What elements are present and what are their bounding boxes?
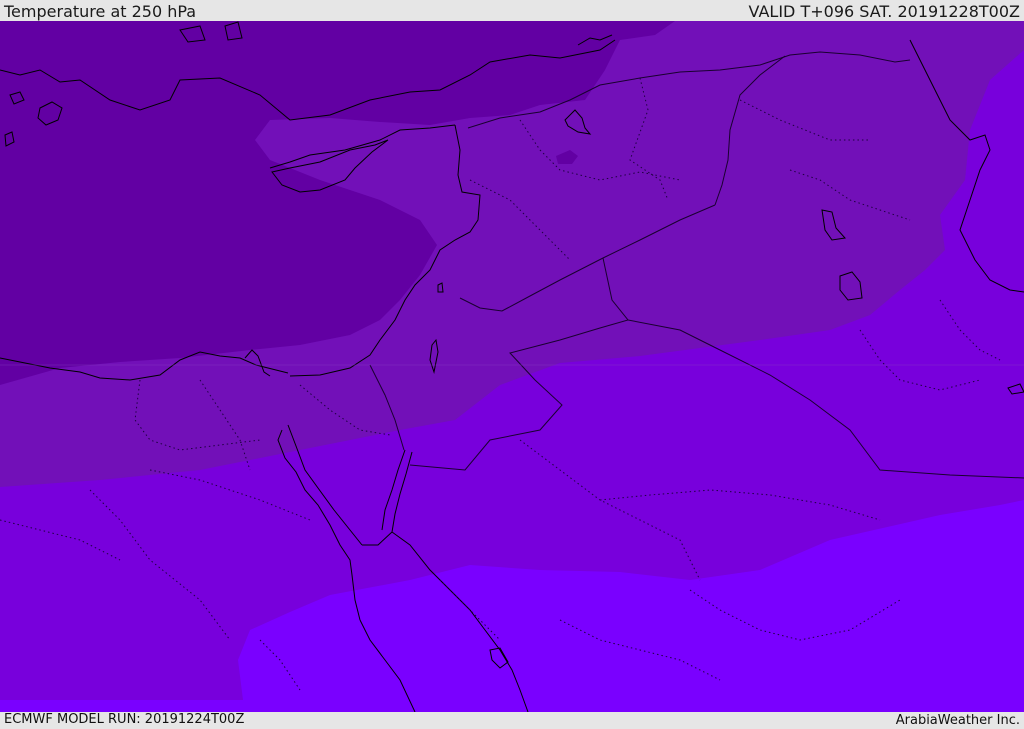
credit-label: ArabiaWeather Inc.	[895, 713, 1020, 728]
map-frame: Temperature at 250 hPa VALID T+096 SAT. …	[0, 0, 1024, 729]
temperature-map	[0, 21, 1024, 712]
valid-time-label: VALID T+096 SAT. 20191228T00Z	[748, 2, 1020, 21]
model-run-label: ECMWF MODEL RUN: 20191224T00Z	[4, 712, 245, 727]
map-title: Temperature at 250 hPa	[4, 2, 197, 21]
footer-bar: ECMWF MODEL RUN: 20191224T00Z ArabiaWeat…	[0, 712, 1024, 729]
header-bar: Temperature at 250 hPa VALID T+096 SAT. …	[0, 0, 1024, 21]
